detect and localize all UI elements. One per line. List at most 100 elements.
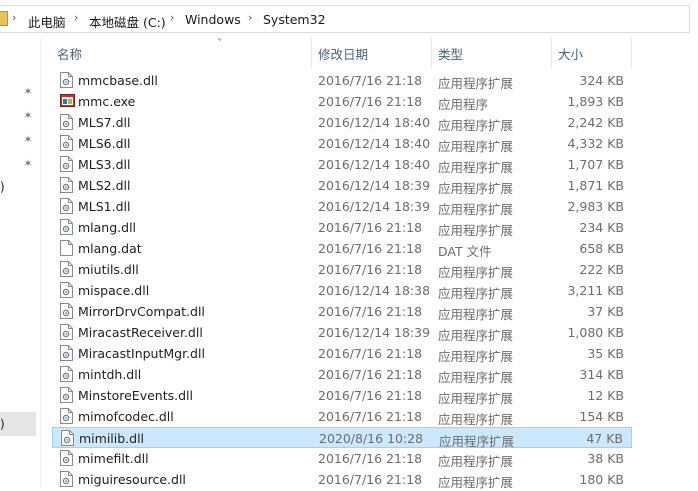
file-row[interactable]: MiracastReceiver.dll 2016/12/14 18:39 应用程序… xyxy=(52,322,632,343)
file-type: 应用程序扩展 xyxy=(438,160,514,175)
dll-file-icon xyxy=(60,324,73,340)
file-row[interactable]: mimilib.dll 2020/8/16 10:28 应用程序扩展 47 KB xyxy=(52,427,632,449)
file-name: MirrorDrvCompat.dll xyxy=(78,304,205,319)
file-type: 应用程序扩展 xyxy=(438,202,514,217)
file-size: 1,893 KB xyxy=(567,94,624,109)
file-row[interactable]: MLS6.dll 2016/12/14 18:40 应用程序扩展 4,332 KB xyxy=(52,133,632,154)
pin-icon[interactable]: ✶ xyxy=(22,86,34,98)
file-row[interactable]: miutils.dll 2016/7/16 21:18 应用程序扩展 222 KB xyxy=(52,259,632,280)
dll-file-icon xyxy=(60,345,73,361)
navigation-pane[interactable]: ✶ ✶ ✶ ✶ ) ) xyxy=(0,38,40,488)
file-row[interactable]: MLS3.dll 2016/12/14 18:40 应用程序扩展 1,707 KB xyxy=(52,154,632,175)
file-row[interactable]: mimofcodec.dll 2016/7/16 21:18 应用程序扩展 154 K… xyxy=(52,406,632,427)
file-row[interactable]: miguiresource.dll 2016/7/16 21:18 应用程序扩展 18… xyxy=(52,469,632,490)
file-size: 324 KB xyxy=(579,73,624,88)
dll-file-icon xyxy=(60,156,73,172)
file-row[interactable]: MinstoreEvents.dll 2016/7/16 21:18 应用程序扩展 1… xyxy=(52,385,632,406)
dll-file-icon xyxy=(60,387,73,403)
file-row[interactable]: mlang.dat 2016/7/16 21:18 DAT 文件 658 KB xyxy=(52,238,632,259)
column-size[interactable]: 大小 xyxy=(558,44,583,63)
file-size: 222 KB xyxy=(579,262,624,277)
file-type: 应用程序扩展 xyxy=(438,139,514,154)
file-type: 应用程序扩展 xyxy=(438,307,514,322)
chevron-right-icon: › xyxy=(248,11,253,24)
nav-item-selected[interactable] xyxy=(0,412,36,436)
dll-file-icon xyxy=(60,366,73,382)
dll-file-icon xyxy=(60,135,73,151)
pane-splitter[interactable] xyxy=(40,38,41,488)
pin-icon[interactable]: ✶ xyxy=(22,158,34,170)
file-row[interactable]: mintdh.dll 2016/7/16 21:18 应用程序扩展 314 KB xyxy=(52,364,632,385)
file-date-modified: 2016/7/16 21:18 xyxy=(318,241,423,256)
address-bar[interactable]: › 此电脑 › 本地磁盘 (C:) › Windows › System32 xyxy=(0,0,698,38)
file-row[interactable]: mmc.exe 2016/7/16 21:18 应用程序 1,893 KB xyxy=(52,91,632,112)
file-type: 应用程序扩展 xyxy=(438,223,514,238)
breadcrumb-system32[interactable]: System32 xyxy=(263,12,326,27)
mmc-app-icon xyxy=(60,93,75,109)
file-type: 应用程序扩展 xyxy=(438,76,514,91)
dll-file-icon xyxy=(60,114,73,130)
column-type[interactable]: 类型 xyxy=(438,44,463,63)
file-size: 658 KB xyxy=(579,241,624,256)
nav-item-fragment[interactable]: ) xyxy=(0,180,5,194)
file-date-modified: 2016/12/14 18:39 xyxy=(318,199,431,214)
file-row[interactable]: MiracastInputMgr.dll 2016/7/16 21:18 应用程序扩… xyxy=(52,343,632,364)
file-type: 应用程序扩展 xyxy=(438,391,514,406)
dll-file-icon xyxy=(60,450,73,466)
pin-icon[interactable]: ✶ xyxy=(22,110,34,122)
file-date-modified: 2016/12/14 18:40 xyxy=(318,157,431,172)
column-divider[interactable] xyxy=(551,38,552,68)
file-date-modified: 2016/12/14 18:39 xyxy=(318,325,431,340)
file-date-modified: 2016/7/16 21:18 xyxy=(318,304,423,319)
file-name: mlang.dll xyxy=(78,220,137,235)
file-row[interactable]: MirrorDrvCompat.dll 2016/7/16 21:18 应用程序扩展… xyxy=(52,301,632,322)
file-size: 180 KB xyxy=(579,472,624,487)
column-divider[interactable] xyxy=(631,38,632,68)
column-name[interactable]: 名称 xyxy=(57,44,82,63)
dll-file-icon xyxy=(60,198,73,214)
file-row[interactable]: MLS1.dll 2016/12/14 18:39 应用程序扩展 2,983 KB xyxy=(52,196,632,217)
breadcrumb-this-pc[interactable]: 此电脑 xyxy=(28,12,66,31)
file-size: 3,211 KB xyxy=(567,283,624,298)
file-name: mlang.dat xyxy=(78,241,142,256)
file-row[interactable]: mmcbase.dll 2016/7/16 21:18 应用程序扩展 324 KB xyxy=(52,70,632,91)
file-name: mimofcodec.dll xyxy=(78,409,174,424)
file-row[interactable]: mlang.dll 2016/7/16 21:18 应用程序扩展 234 KB xyxy=(52,217,632,238)
dll-file-icon xyxy=(60,282,73,298)
file-date-modified: 2016/12/14 18:38 xyxy=(318,283,431,298)
chevron-right-icon: › xyxy=(74,11,79,24)
file-name: MLS2.dll xyxy=(78,178,131,193)
dll-file-icon xyxy=(60,261,73,277)
file-row[interactable]: mispace.dll 2016/12/14 18:38 应用程序扩展 3,211 K… xyxy=(52,280,632,301)
nav-item-fragment[interactable]: ) xyxy=(0,417,5,431)
file-date-modified: 2016/7/16 21:18 xyxy=(318,472,423,487)
file-name: miguiresource.dll xyxy=(78,472,186,487)
file-size: 154 KB xyxy=(579,409,624,424)
file-name: miutils.dll xyxy=(78,262,139,277)
file-size: 4,332 KB xyxy=(567,136,624,151)
file-type: 应用程序扩展 xyxy=(438,412,514,427)
pin-icon[interactable]: ✶ xyxy=(22,134,34,146)
file-row[interactable]: mimefilt.dll 2016/7/16 21:18 应用程序扩展 38 KB xyxy=(52,448,632,469)
file-type: DAT 文件 xyxy=(438,244,492,259)
dll-file-icon xyxy=(60,471,73,487)
column-divider[interactable] xyxy=(431,38,432,68)
breadcrumb-local-disk[interactable]: 本地磁盘 (C:) xyxy=(89,12,166,31)
file-type: 应用程序扩展 xyxy=(438,265,514,280)
column-date[interactable]: 修改日期 xyxy=(318,44,368,63)
file-row[interactable]: MLS7.dll 2016/12/14 18:40 应用程序扩展 2,242 KB xyxy=(52,112,632,133)
file-name: mimefilt.dll xyxy=(78,451,149,466)
column-divider[interactable] xyxy=(311,38,312,68)
dll-file-icon xyxy=(60,408,73,424)
file-date-modified: 2016/7/16 21:18 xyxy=(318,346,423,361)
column-header: ˅ 名称 修改日期 类型 大小 xyxy=(41,38,698,68)
file-name: MLS3.dll xyxy=(78,157,131,172)
file-date-modified: 2016/12/14 18:40 xyxy=(318,115,431,130)
breadcrumb-windows[interactable]: Windows xyxy=(185,12,241,27)
file-name: mintdh.dll xyxy=(78,367,142,382)
file-type: 应用程序扩展 xyxy=(438,328,514,343)
file-size: 12 KB xyxy=(587,388,624,403)
file-row[interactable]: MLS2.dll 2016/12/14 18:39 应用程序扩展 1,871 KB xyxy=(52,175,632,196)
file-size: 1,080 KB xyxy=(567,325,624,340)
dll-file-icon xyxy=(60,72,73,88)
